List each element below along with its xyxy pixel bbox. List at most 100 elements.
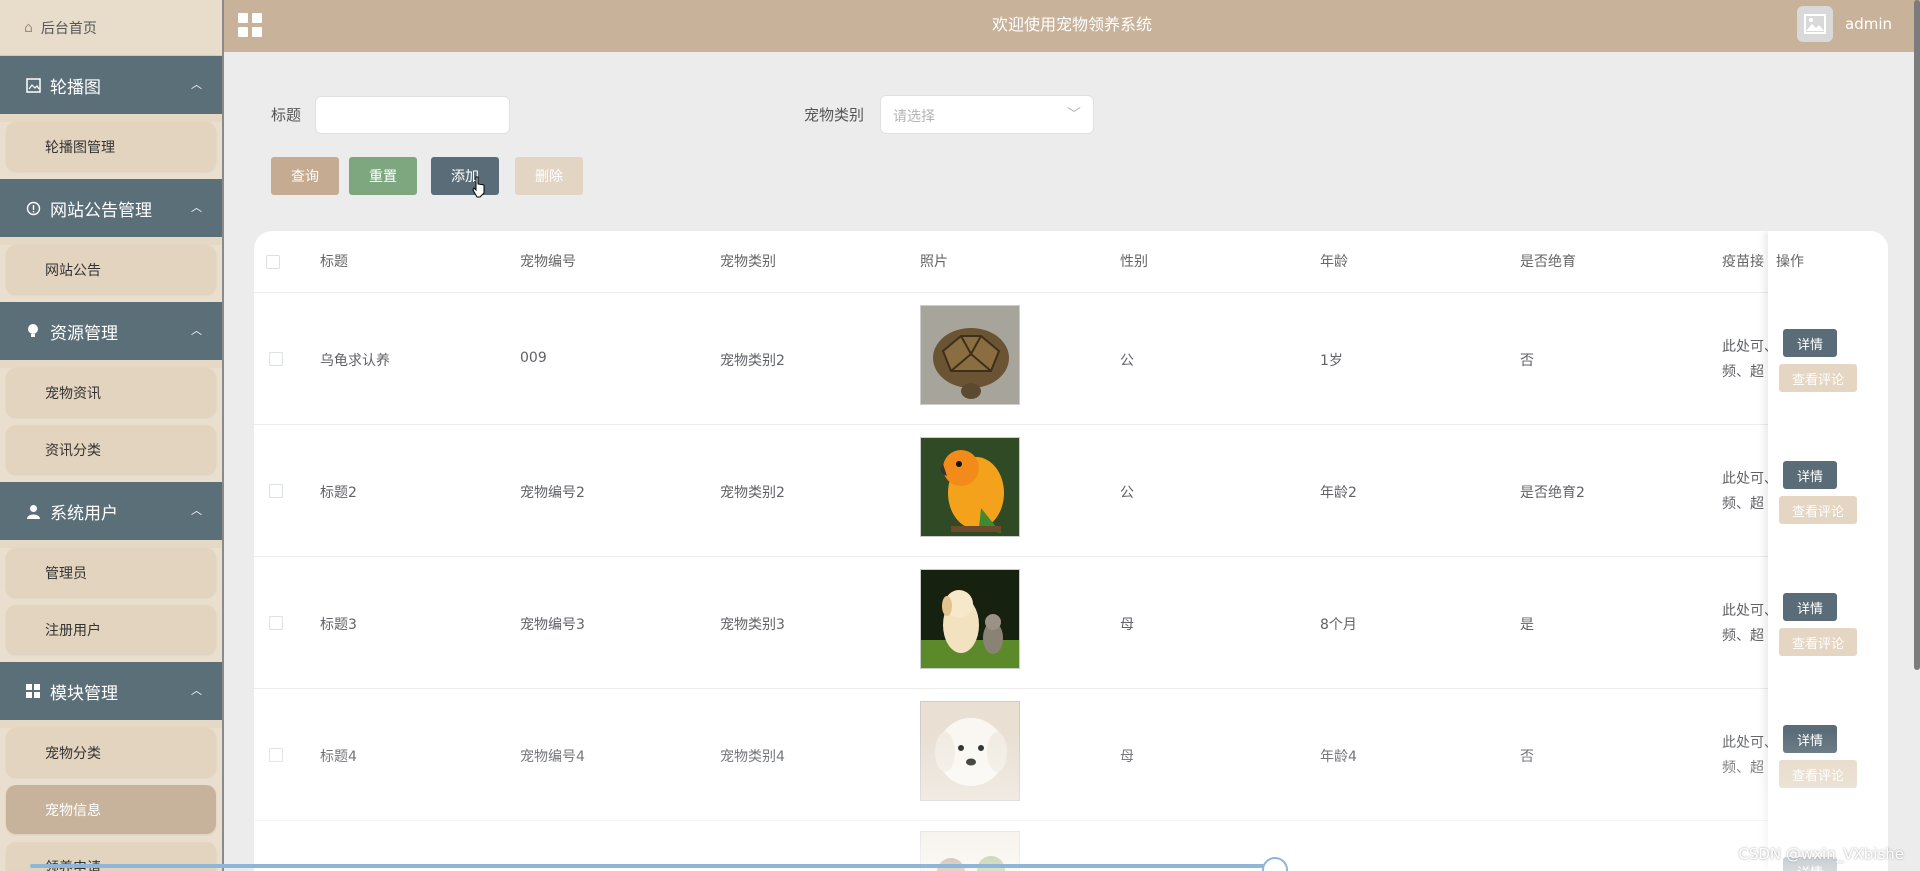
info-icon [24, 199, 42, 217]
row-neutered: 否 [1520, 749, 1534, 765]
row-checkbox[interactable] [269, 352, 283, 366]
row-category: 宠物类别2 [720, 485, 785, 501]
sidebar-item-registered-users[interactable]: 注册用户 [6, 605, 216, 654]
title-filter-input[interactable] [315, 96, 510, 134]
chevron-up-icon: ︿ [191, 201, 202, 214]
add-button[interactable]: 添加 [431, 157, 499, 195]
pet-photo-white-dog [920, 701, 1020, 801]
row-checkbox[interactable] [269, 616, 283, 630]
sidebar-group-title: 模块管理 [50, 683, 118, 704]
top-header: 欢迎使用宠物领养系统 admin [224, 0, 1920, 52]
detail-button[interactable]: 详情 [1783, 461, 1837, 489]
sidebar-group-modules[interactable]: 模块管理 ︿ [0, 662, 222, 720]
operation-column: 操作 详情 查看评论 详情 查看评论 详情 查看评论 详情 查看评论 详情 [1768, 231, 1888, 871]
row-gender: 母 [1120, 617, 1134, 633]
row-age: 8个月 [1320, 617, 1357, 633]
avatar[interactable] [1797, 6, 1833, 42]
row-code: 宠物编号3 [520, 617, 585, 633]
column-header-code: 宠物编号 [520, 254, 576, 270]
sidebar-home[interactable]: ⌂ 后台首页 [0, 0, 222, 56]
detail-button[interactable]: 详情 [1783, 329, 1837, 357]
column-header-gender: 性别 [1120, 254, 1148, 270]
horizontal-scrollbar[interactable] [30, 864, 1274, 868]
sidebar-group-title: 资源管理 [50, 323, 118, 344]
delete-button[interactable]: 删除 [515, 157, 583, 195]
row-vaccine: 频、超 [1722, 364, 1764, 380]
username: admin [1845, 15, 1892, 33]
user-menu[interactable]: admin [1797, 6, 1892, 42]
row-code: 009 [520, 350, 547, 366]
sidebar-group-title: 网站公告管理 [50, 200, 152, 221]
row-neutered: 是否绝育2 [1520, 485, 1585, 501]
query-button[interactable]: 查询 [271, 157, 339, 195]
row-title: 标题4 [320, 749, 357, 765]
detail-button[interactable]: 详情 [1783, 725, 1837, 753]
home-icon: ⌂ [24, 19, 33, 36]
chevron-up-icon: ︿ [191, 78, 202, 91]
column-header-age: 年龄 [1320, 254, 1348, 270]
column-header-category: 宠物类别 [720, 254, 776, 270]
page-title: 欢迎使用宠物领养系统 [991, 15, 1152, 34]
row-gender: 公 [1120, 485, 1134, 501]
row-code: 宠物编号4 [520, 749, 585, 765]
chevron-up-icon: ︿ [191, 504, 202, 517]
row-vaccine: 频、超 [1722, 760, 1764, 776]
sidebar-item-pet-info[interactable]: 宠物信息 [6, 785, 216, 834]
sidebar-group-title: 系统用户 [50, 503, 118, 524]
row-neutered: 否 [1520, 353, 1534, 369]
sidebar: ⌂ 后台首页 轮播图 ︿ 轮播图管理 网站公告管理 ︿ 网站公告 资源管理 ︿ … [0, 0, 224, 871]
row-age: 1岁 [1320, 353, 1343, 369]
sidebar-group-title: 轮播图 [50, 77, 101, 98]
pet-photo-puppy-kitten [920, 569, 1020, 669]
sidebar-group-notice[interactable]: 网站公告管理 ︿ [0, 179, 222, 237]
column-header-neutered: 是否绝育 [1520, 254, 1576, 270]
row-age: 年龄2 [1320, 485, 1357, 501]
pet-photo-tortoise [920, 305, 1020, 405]
row-checkbox[interactable] [269, 748, 283, 762]
view-reviews-button[interactable]: 查看评论 [1779, 496, 1857, 524]
sidebar-group-system-users[interactable]: 系统用户 ︿ [0, 482, 222, 540]
sidebar-item-admin[interactable]: 管理员 [6, 548, 216, 597]
chevron-up-icon: ︿ [191, 684, 202, 697]
table-row: 标题3 宠物编号3 宠物类别3 母 8个月 是 此处可、 频、超 [254, 556, 1888, 688]
row-title: 乌龟求认养 [320, 353, 390, 369]
sidebar-item-notice[interactable]: 网站公告 [6, 245, 216, 294]
row-vaccine: 频、超 [1722, 628, 1764, 644]
row-category: 宠物类别3 [720, 617, 785, 633]
column-header-vaccine: 疫苗接 [1722, 254, 1764, 270]
row-age: 年龄4 [1320, 749, 1357, 765]
category-select[interactable]: 请选择 ﹀ [880, 95, 1094, 134]
column-header-title: 标题 [320, 254, 348, 270]
row-neutered: 是 [1520, 617, 1534, 633]
view-reviews-button[interactable]: 查看评论 [1779, 760, 1857, 788]
sidebar-item-pet-category[interactable]: 宠物分类 [6, 728, 216, 777]
reset-button[interactable]: 重置 [349, 157, 417, 195]
sidebar-group-resource[interactable]: 资源管理 ︿ [0, 302, 222, 360]
vertical-scrollbar[interactable] [1914, 0, 1920, 670]
pet-info-table: 标题 宠物编号 宠物类别 照片 性别 年龄 是否绝育 疫苗接 乌龟求认养 009… [254, 231, 1888, 871]
user-icon [24, 502, 42, 520]
lightbulb-icon [24, 322, 42, 340]
grid-icon [24, 682, 42, 700]
watermark: CSDN @wxin_VXbishe [1738, 845, 1904, 863]
row-gender: 公 [1120, 353, 1134, 369]
category-filter-label: 宠物类别 [804, 106, 865, 124]
sidebar-group-carousel[interactable]: 轮播图 ︿ [0, 56, 222, 114]
select-all-checkbox[interactable] [266, 255, 280, 269]
table-row: 标题4 宠物编号4 宠物类别4 母 年龄4 否 此处可、 频、超 [254, 688, 1888, 820]
row-checkbox[interactable] [269, 484, 283, 498]
row-category: 宠物类别4 [720, 749, 785, 765]
sidebar-item-pet-news[interactable]: 宠物资讯 [6, 368, 216, 417]
pet-photo-parrot [920, 437, 1020, 537]
detail-button[interactable]: 详情 [1783, 593, 1837, 621]
row-title: 标题3 [320, 617, 357, 633]
table-row: 标题2 宠物编号2 宠物类别2 公 年龄2 是否绝育2 此处可、 频、超 [254, 424, 1888, 556]
sidebar-item-carousel-manage[interactable]: 轮播图管理 [6, 122, 216, 171]
column-header-photo: 照片 [920, 254, 948, 270]
view-reviews-button[interactable]: 查看评论 [1779, 364, 1857, 392]
sidebar-item-news-category[interactable]: 资讯分类 [6, 425, 216, 474]
title-filter-label: 标题 [271, 106, 302, 124]
row-category: 宠物类别2 [720, 353, 785, 369]
view-reviews-button[interactable]: 查看评论 [1779, 628, 1857, 656]
mouse-cursor-icon [472, 176, 485, 198]
